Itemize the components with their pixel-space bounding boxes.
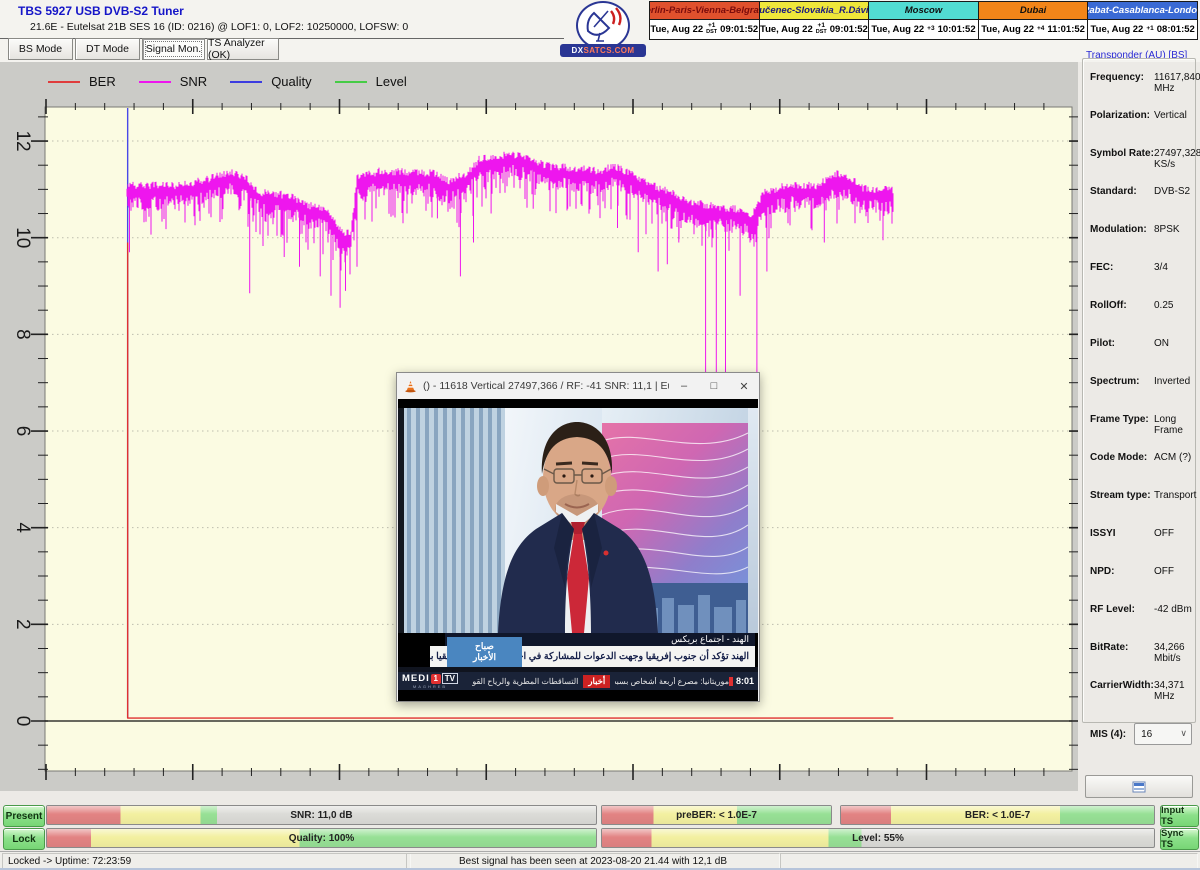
mis-label: MIS (4): — [1090, 729, 1126, 740]
vlc-titlebar[interactable]: () - 11618 Vertical 27497,366 / RF: -41 … — [397, 373, 759, 399]
status-spacer — [780, 853, 1198, 869]
list-icon — [1132, 781, 1146, 793]
quality-bar: Quality: 100% — [46, 828, 597, 848]
field-row: RF Level:-42 dBm — [1090, 604, 1196, 642]
dxsatcs-logo: DXSATCS.COM — [560, 0, 646, 60]
program-badge: صباحالأخبار — [447, 637, 522, 667]
field-row: Spectrum:Inverted — [1090, 376, 1196, 414]
field-row: Pilot:ON — [1090, 338, 1196, 376]
clock-time: Tue, Aug 22+411:01:52 — [979, 20, 1088, 39]
app-title: TBS 5927 USB DVB-S2 Tuner — [18, 4, 184, 18]
field-row: Stream type:Transport — [1090, 490, 1196, 528]
clock-city-label: Lučenec-Slovakia_R.Dávid — [760, 2, 869, 20]
field-row: Modulation:8PSK — [1090, 224, 1196, 262]
broadcast-clock: 8:01 — [729, 676, 754, 686]
news-badge: أخبار — [583, 675, 610, 688]
svg-text:2: 2 — [12, 619, 33, 630]
maximize-button[interactable]: □ — [699, 373, 729, 399]
ticker-tail-text: التساقطات المطرية والرياح القوية — [472, 677, 578, 686]
snr-bar: SNR: 11,0 dB — [46, 805, 597, 825]
clock-dubai: Dubai Tue, Aug 22+411:01:52 — [978, 1, 1089, 40]
legend-item-level: Level — [335, 74, 407, 89]
mis-row: MIS (4): 16 ∨ — [1090, 723, 1192, 745]
sync-ts-indicator: Sync TS — [1160, 828, 1199, 850]
field-row: CarrierWidth:34,371 MHz — [1090, 680, 1196, 718]
transponder-sidebar: Frequency:11617,840 MHz Polarization:Ver… — [1080, 48, 1198, 795]
clock-city-label: Berlin-Paris-Vienna-Belgrade — [650, 2, 759, 20]
preber-bar: preBER: < 1.0E-7 — [601, 805, 832, 825]
vlc-title-text: () - 11618 Vertical 27497,366 / RF: -41 … — [423, 380, 669, 392]
present-indicator: Present — [3, 805, 45, 827]
vlc-cone-icon — [404, 380, 417, 393]
snr-line-swatch — [139, 81, 171, 83]
clock-rabat: Rabat-Casablanca-London Tue, Aug 22+108:… — [1087, 1, 1198, 40]
legend-item-ber: BER — [48, 74, 116, 89]
svg-text:8: 8 — [12, 329, 33, 340]
clock-moscow: Moscow Tue, Aug 22+310:01:52 — [868, 1, 979, 40]
news-studio-scene — [398, 408, 758, 633]
field-row: Standard:DVB-S2 — [1090, 186, 1196, 224]
satellite-dish-icon — [576, 1, 630, 50]
input-ts-indicator: Input TS — [1160, 805, 1199, 827]
chart-legend: BER SNR Quality Level — [48, 74, 430, 89]
clock-time: Tue, Aug 22+310:01:52 — [869, 20, 978, 39]
lock-indicator: Lock — [3, 828, 45, 850]
field-row: BitRate:34,266 Mbit/s — [1090, 642, 1196, 680]
level-bar: Level: 55% — [601, 828, 1155, 848]
tab-signal-mon[interactable]: Signal Mon. — [142, 38, 205, 60]
field-row: RollOff:0.25 — [1090, 300, 1196, 338]
quality-line-swatch — [230, 81, 262, 83]
level-line-swatch — [335, 81, 367, 83]
news-anchor — [398, 408, 758, 633]
tab-dt-mode[interactable]: DT Mode — [75, 38, 140, 60]
ber-line-swatch — [48, 81, 80, 83]
svg-text:6: 6 — [12, 426, 33, 437]
tab-ts-analyzer[interactable]: TS Analyzer (OK) — [207, 38, 279, 60]
tuned-transponder-summary: 21.6E - Eutelsat 21B SES 16 (ID: 0216) @… — [30, 21, 408, 33]
medi1tv-logo: MEDI 1 TV MAGHREB — [402, 673, 458, 689]
clock-red-accent — [729, 677, 733, 686]
clock-time: Tue, Aug 22+1DST09:01:52 — [650, 20, 759, 39]
vlc-player-window: () - 11618 Vertical 27497,366 / RF: -41 … — [396, 372, 760, 702]
clock-city-label: Dubai — [979, 2, 1088, 20]
lock-uptime-status: Locked -> Uptime: 72:23:59 — [2, 853, 411, 869]
field-row: Polarization:Vertical — [1090, 110, 1196, 148]
legend-item-quality: Quality — [230, 74, 311, 89]
logo-banner: DXSATCS.COM — [560, 44, 646, 57]
svg-text:10: 10 — [12, 227, 33, 248]
field-row: Symbol Rate:27497,328 KS/s — [1090, 148, 1196, 186]
world-clocks: Berlin-Paris-Vienna-Belgrade Tue, Aug 22… — [649, 1, 1198, 40]
ber-bar: BER: < 1.0E-7 — [840, 805, 1155, 825]
ticker-head-text: موريتانيا: مصرع أربعة أشخاص بسبب — [615, 677, 729, 686]
status-bar: Locked -> Uptime: 72:23:59 Best signal h… — [0, 851, 1200, 869]
vlc-video-area[interactable]: الهند - اجتماع بريكس الهند تؤكد أن جنوب … — [398, 399, 758, 701]
field-row: Code Mode:ACM (?) — [1090, 452, 1196, 490]
minimize-button[interactable]: – — [669, 373, 699, 399]
mis-dropdown[interactable]: 16 ∨ — [1134, 723, 1192, 745]
best-signal-status: Best signal has been seen at 2023-08-20 … — [406, 853, 780, 869]
clock-city-label: Rabat-Casablanca-London — [1088, 2, 1197, 20]
svg-text:4: 4 — [12, 522, 33, 533]
clock-city-label: Moscow — [869, 2, 978, 20]
svg-text:0: 0 — [12, 716, 33, 727]
field-row: Frame Type:Long Frame — [1090, 414, 1196, 452]
clock-time: Tue, Aug 22+108:01:52 — [1088, 20, 1197, 39]
field-row: NPD:OFF — [1090, 566, 1196, 604]
transponder-fields: Frequency:11617,840 MHz Polarization:Ver… — [1090, 72, 1196, 718]
header: TBS 5927 USB DVB-S2 Tuner 21.6E - Eutels… — [0, 0, 1200, 62]
field-row: Frequency:11617,840 MHz — [1090, 72, 1196, 110]
stream-list-button[interactable] — [1085, 775, 1193, 798]
field-row: FEC:3/4 — [1090, 262, 1196, 300]
close-button[interactable]: ✕ — [729, 373, 759, 399]
svg-text:12: 12 — [12, 130, 33, 151]
tab-bs-mode[interactable]: BS Mode — [8, 38, 73, 60]
tuner-app-window: TBS 5927 USB DVB-S2 Tuner 21.6E - Eutels… — [0, 0, 1200, 870]
clock-berlin: Berlin-Paris-Vienna-Belgrade Tue, Aug 22… — [649, 1, 760, 40]
chevron-down-icon: ∨ — [1180, 728, 1187, 739]
clock-time: Tue, Aug 22+1DST09:01:52 — [760, 20, 869, 39]
legend-item-snr: SNR — [139, 74, 207, 89]
field-row: ISSYIOFF — [1090, 528, 1196, 566]
news-ticker: MEDI 1 TV MAGHREB التساقطات المطرية والر… — [398, 672, 758, 690]
clock-lucenec: Lučenec-Slovakia_R.Dávid Tue, Aug 22+1DS… — [759, 1, 870, 40]
